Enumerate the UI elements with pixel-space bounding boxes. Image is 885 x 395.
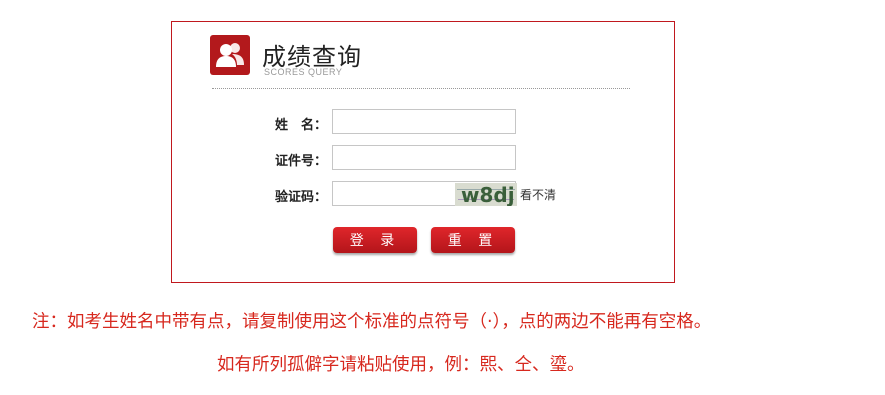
id-number-label: 证件号：: [274, 154, 327, 169]
captcha-refresh-link[interactable]: 看不清: [520, 186, 556, 203]
id-number-input[interactable]: [332, 145, 516, 170]
users-icon: [210, 35, 250, 75]
page-subtitle: SCORES QUERY: [264, 67, 343, 77]
captcha-image[interactable]: w8dj: [455, 183, 517, 206]
name-label: 姓 名：: [274, 118, 327, 133]
note-dot-symbol: 注：如考生姓名中带有点，请复制使用这个标准的点符号（·），点的两边不能再有空格。: [32, 312, 712, 332]
divider: [212, 88, 630, 89]
note-rare-characters: 如有所列孤僻字请粘贴使用，例：𤋮、仝、瑬。: [217, 355, 585, 375]
login-button[interactable]: 登 录: [333, 227, 417, 253]
captcha-label: 验证码：: [274, 190, 327, 205]
name-input[interactable]: [332, 109, 516, 134]
reset-button[interactable]: 重 置: [431, 227, 515, 253]
score-query-panel: 成绩查询 SCORES QUERY 姓 名： 证件号： 验证码： w8dj 看不…: [171, 21, 675, 283]
captcha-text: w8dj: [461, 183, 515, 206]
